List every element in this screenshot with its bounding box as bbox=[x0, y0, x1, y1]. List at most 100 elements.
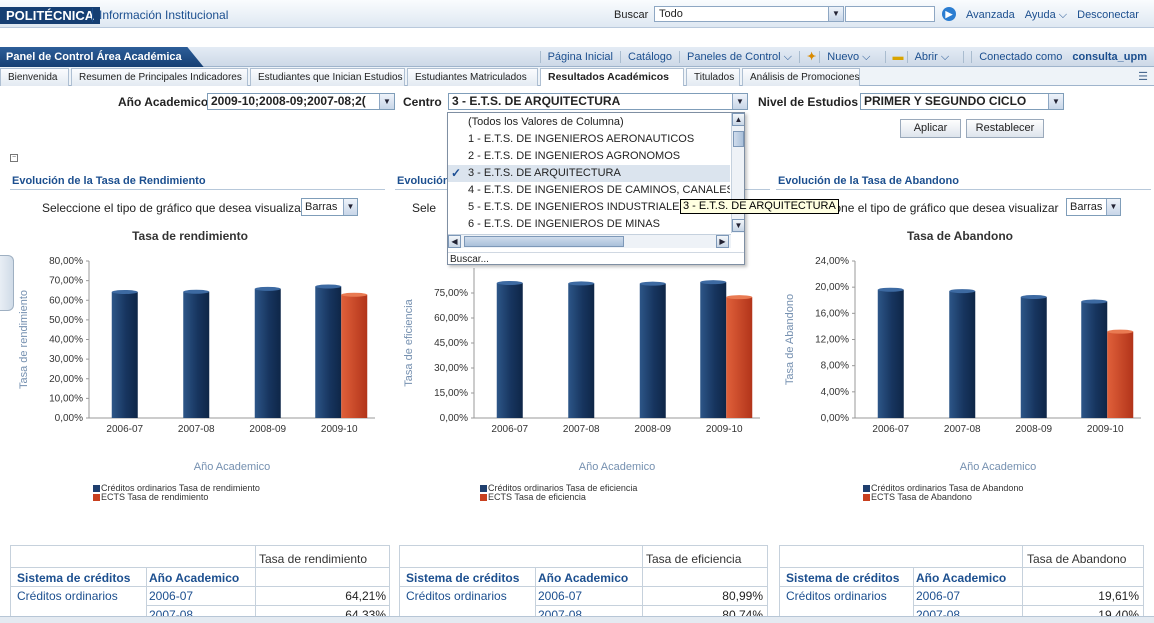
tab-resultados-academicos[interactable]: Resultados Académicos bbox=[540, 68, 684, 86]
logout-link[interactable]: Desconectar bbox=[1077, 9, 1139, 21]
dropdown-option-selected[interactable]: ✓ 3 - E.T.S. DE ARQUITECTURA bbox=[448, 165, 730, 182]
dropdown-option[interactable]: 6 - E.T.S. DE INGENIEROS DE MINAS bbox=[448, 216, 730, 233]
tab-analisis-promociones[interactable]: Análisis de Promociones bbox=[742, 68, 860, 86]
dropdown-horizontal-scrollbar[interactable]: ◀ ▶ bbox=[448, 234, 731, 248]
bar-top-cap bbox=[1107, 329, 1134, 334]
bar-creditos-ordinarios[interactable] bbox=[496, 283, 523, 418]
y-tick-label: 20,00% bbox=[815, 282, 849, 293]
bar-ects[interactable] bbox=[1107, 331, 1134, 418]
legend-label: ECTS Tasa de rendimiento bbox=[101, 492, 209, 502]
tab-estudiantes-inician[interactable]: Estudiantes que Inician Estudios bbox=[250, 68, 405, 86]
table-cell-year[interactable]: 2006-07 bbox=[149, 589, 193, 603]
home-link[interactable]: Página Inicial bbox=[539, 51, 620, 63]
dashboards-menu[interactable]: Paneles de Control ⌵ bbox=[679, 51, 800, 63]
catalog-link[interactable]: Catálogo bbox=[620, 51, 680, 63]
new-menu[interactable]: ✦ Nuevo ⌵ bbox=[799, 51, 885, 63]
year-select[interactable]: 2009-10;2008-09;2007-08;2( ▼ bbox=[207, 93, 395, 110]
bar-creditos-ordinarios[interactable] bbox=[700, 282, 727, 418]
chart-type-select-rendimiento[interactable]: Barras ▼ bbox=[301, 198, 358, 216]
advanced-search-link[interactable]: Avanzada bbox=[966, 9, 1015, 21]
scroll-down-icon[interactable]: ▼ bbox=[732, 219, 744, 232]
dropdown-option[interactable]: 4 - E.T.S. DE INGENIEROS DE CAMINOS, CAN… bbox=[448, 182, 730, 199]
chevron-down-icon[interactable]: ▼ bbox=[828, 7, 843, 21]
chevron-down-icon[interactable]: ▼ bbox=[1048, 94, 1063, 109]
search-scope-select[interactable]: Todo ▼ bbox=[654, 6, 844, 22]
chevron-down-icon[interactable]: ▼ bbox=[379, 94, 394, 109]
dropdown-search-link[interactable]: Buscar... bbox=[448, 252, 744, 264]
page-options-icon[interactable]: ☰ bbox=[1138, 70, 1148, 83]
tab-bienvenida[interactable]: Bienvenida bbox=[0, 68, 69, 86]
x-axis-label: Año Academico bbox=[579, 461, 655, 473]
search-scope-value: Todo bbox=[659, 8, 683, 20]
chevron-down-icon[interactable]: ▼ bbox=[343, 199, 357, 215]
table-cell-year[interactable]: 2006-07 bbox=[916, 589, 960, 603]
bar-creditos-ordinarios[interactable] bbox=[254, 288, 281, 418]
scroll-left-icon[interactable]: ◀ bbox=[448, 235, 461, 248]
open-menu[interactable]: ▬ Abrir ⌵ bbox=[884, 51, 964, 63]
scroll-right-icon[interactable]: ▶ bbox=[716, 235, 729, 248]
bar-creditos-ordinarios[interactable] bbox=[877, 289, 904, 418]
table-cell-value: 80,99% bbox=[722, 589, 763, 603]
scroll-up-icon[interactable]: ▲ bbox=[732, 113, 744, 126]
apply-button[interactable]: Aplicar bbox=[900, 119, 961, 138]
bar-ects[interactable] bbox=[726, 297, 753, 418]
table-cell-system[interactable]: Créditos ordinarios bbox=[406, 589, 507, 603]
side-panel-handle[interactable] bbox=[0, 255, 14, 311]
collapse-section-icon[interactable]: − bbox=[10, 154, 18, 162]
bar-creditos-ordinarios[interactable] bbox=[315, 286, 342, 418]
table-line bbox=[146, 605, 389, 606]
chart-type-select-abandono[interactable]: Barras ▼ bbox=[1066, 198, 1121, 216]
search-go-icon[interactable]: ▶ bbox=[942, 7, 956, 21]
user-name[interactable]: consulta_upm bbox=[1072, 51, 1147, 63]
bar-creditos-ordinarios[interactable] bbox=[1081, 301, 1108, 418]
table-line bbox=[400, 567, 767, 568]
chevron-down-icon[interactable]: ▼ bbox=[1106, 199, 1120, 215]
horizontal-scrollbar[interactable] bbox=[0, 616, 1154, 623]
y-axis-label: Tasa de Abandono bbox=[784, 294, 796, 385]
bar-creditos-ordinarios[interactable] bbox=[111, 291, 138, 418]
signed-in-as: Conectado como consulta_upm bbox=[963, 51, 1154, 63]
table-cell-system[interactable]: Créditos ordinarios bbox=[17, 589, 118, 603]
chart-type-prompt: Sele bbox=[412, 201, 437, 215]
search-label: Buscar bbox=[614, 9, 649, 21]
dashboard-title: Panel de Control Área Académica bbox=[0, 47, 204, 67]
legend-eficiencia: Créditos ordinarios Tasa de eficiencia E… bbox=[480, 484, 637, 502]
table-cell-system[interactable]: Créditos ordinarios bbox=[786, 589, 887, 603]
bar-creditos-ordinarios[interactable] bbox=[639, 283, 666, 418]
tab-resumen[interactable]: Resumen de Principales Indicadores bbox=[71, 68, 248, 86]
tab-titulados[interactable]: Titulados bbox=[686, 68, 740, 86]
x-tick-label: 2006-07 bbox=[106, 424, 143, 435]
legend-item: ECTS Tasa de eficiencia bbox=[480, 493, 637, 502]
bar-top-cap bbox=[1020, 294, 1047, 299]
scroll-thumb[interactable] bbox=[464, 236, 624, 247]
dropdown-option[interactable]: 1 - E.T.S. DE INGENIEROS AERONAUTICOS bbox=[448, 131, 730, 148]
y-tick-label: 50,00% bbox=[49, 315, 83, 326]
centro-select[interactable]: 3 - E.T.S. DE ARQUITECTURA ▼ bbox=[448, 93, 748, 110]
table-col-header: Año Academico bbox=[916, 571, 1007, 585]
dropdown-option[interactable]: 2 - E.T.S. DE INGENIEROS AGRONOMOS bbox=[448, 148, 730, 165]
table-line bbox=[400, 586, 767, 587]
bar-creditos-ordinarios[interactable] bbox=[949, 291, 976, 418]
dropdown-option[interactable]: (Todos los Valores de Columna) bbox=[448, 114, 730, 131]
chevron-down-icon[interactable]: ▼ bbox=[732, 94, 747, 109]
search-input[interactable] bbox=[845, 6, 935, 22]
help-menu[interactable]: Ayuda ⌵ bbox=[1025, 9, 1067, 21]
y-tick-label: 10,00% bbox=[49, 393, 83, 404]
legend-item: ECTS Tasa de Abandono bbox=[863, 493, 1023, 502]
app-title[interactable]: Información Institucional bbox=[92, 8, 228, 22]
tab-estudiantes-matriculados[interactable]: Estudiantes Matriculados bbox=[407, 68, 538, 86]
bar-ects[interactable] bbox=[341, 294, 368, 418]
table-line bbox=[11, 567, 389, 568]
legend-swatch bbox=[480, 494, 487, 501]
nivel-select[interactable]: PRIMER Y SEGUNDO CICLO ▼ bbox=[860, 93, 1064, 110]
bar-creditos-ordinarios[interactable] bbox=[568, 283, 595, 418]
table-cell-year[interactable]: 2006-07 bbox=[538, 589, 582, 603]
reset-button[interactable]: Restablecer bbox=[966, 119, 1044, 138]
legend-abandono: Créditos ordinarios Tasa de Abandono ECT… bbox=[863, 484, 1023, 502]
scroll-thumb[interactable] bbox=[733, 131, 744, 147]
x-axis-label: Año Academico bbox=[194, 461, 270, 473]
bar-creditos-ordinarios[interactable] bbox=[1020, 296, 1047, 418]
bar-creditos-ordinarios[interactable] bbox=[183, 291, 210, 418]
y-tick-label: 60,00% bbox=[49, 295, 83, 306]
dropdown-vertical-scrollbar[interactable]: ▲ ▼ bbox=[731, 113, 744, 233]
